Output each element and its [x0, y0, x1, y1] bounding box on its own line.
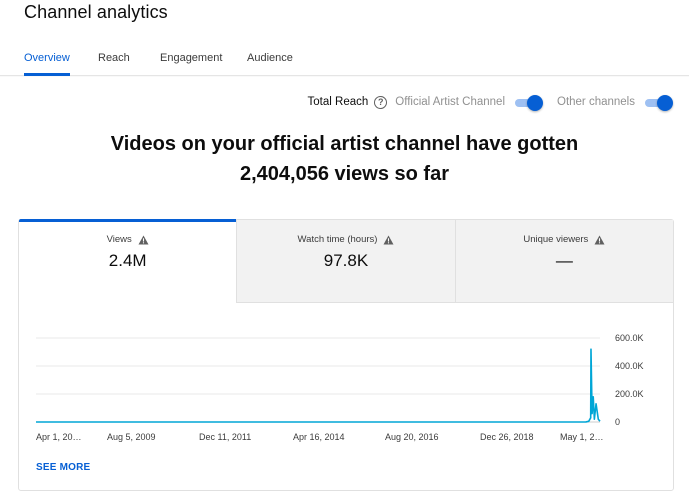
headline-line-2: 2,404,056 views so far	[239, 163, 450, 185]
total-reach-label: Total Reach	[307, 96, 369, 108]
metric-value: 2.4M	[108, 251, 147, 270]
x-tick-label: Aug 5, 2009	[107, 432, 156, 442]
warning-triangle-icon[interactable]	[383, 234, 394, 245]
tab-overview[interactable]: Overview	[24, 44, 70, 76]
analytics-card: Views 2.4M Watch time (hours) 97.8K Uniq…	[18, 219, 674, 491]
x-tick-label: Dec 11, 2011	[199, 432, 251, 442]
x-tick-label: Apr 16, 2014	[293, 432, 345, 442]
metric-value: 97.8K	[323, 251, 369, 270]
metric-tab-views[interactable]: Views 2.4M	[19, 219, 237, 303]
y-tick-label: 600.0K	[615, 333, 644, 343]
y-tick-label: 0	[615, 417, 620, 427]
y-tick-label: 400.0K	[615, 361, 644, 371]
y-tick-label: 200.0K	[615, 389, 644, 399]
tab-reach[interactable]: Reach	[98, 44, 130, 76]
warning-triangle-icon[interactable]	[138, 234, 149, 245]
tab-audience[interactable]: Audience	[247, 44, 293, 76]
toggle-thumb	[657, 95, 673, 111]
x-tick-label: Apr 1, 20…	[36, 432, 82, 442]
metric-label-row: Views	[19, 234, 236, 245]
metric-tab-unique-viewers[interactable]: Unique viewers —	[454, 220, 673, 303]
headline-line-1: Videos on your official artist channel h…	[110, 133, 579, 155]
views-line-chart[interactable]: 0 200.0K 400.0K 600.0K Apr 1, 20… Aug 5, 2009…	[19, 303, 673, 453]
metric-label-row: Unique viewers	[456, 234, 673, 245]
metric-label: Views	[106, 234, 132, 245]
views-series-line	[36, 348, 601, 423]
x-tick-label: Aug 20, 2016	[385, 432, 439, 442]
metric-label: Watch time (hours)	[297, 234, 378, 245]
metric-tab-watch-time[interactable]: Watch time (hours) 97.8K	[236, 220, 455, 303]
toggle-label-other-channels: Other channels	[557, 96, 635, 108]
tab-engagement[interactable]: Engagement	[160, 44, 222, 76]
warning-triangle-icon[interactable]	[594, 234, 605, 245]
toggle-official-artist-channel[interactable]	[513, 95, 543, 111]
toggle-other-channels[interactable]	[643, 95, 673, 111]
x-tick-label: May 1, 2…	[560, 432, 604, 442]
reach-filter-bar: Total Reach ? Official Artist Channel Ot…	[308, 93, 673, 111]
x-tick-label: Dec 26, 2018	[480, 432, 534, 442]
see-more-link[interactable]: SEE MORE	[36, 462, 90, 473]
question-mark-circle-icon[interactable]: ?	[374, 95, 388, 109]
toggle-thumb	[527, 95, 543, 111]
page-title: Channel analytics	[24, 2, 168, 22]
metric-label: Unique viewers	[523, 234, 589, 245]
main-content: Total Reach ? Official Artist Channel Ot…	[0, 77, 689, 500]
metric-tabs: Views 2.4M Watch time (hours) 97.8K Uniq…	[19, 219, 673, 303]
metric-value: —	[555, 251, 573, 270]
metric-label-row: Watch time (hours)	[237, 234, 454, 245]
toggle-label-official-artist-channel: Official Artist Channel	[395, 96, 505, 108]
header: Channel analytics Overview Reach Engagem…	[0, 0, 689, 76]
